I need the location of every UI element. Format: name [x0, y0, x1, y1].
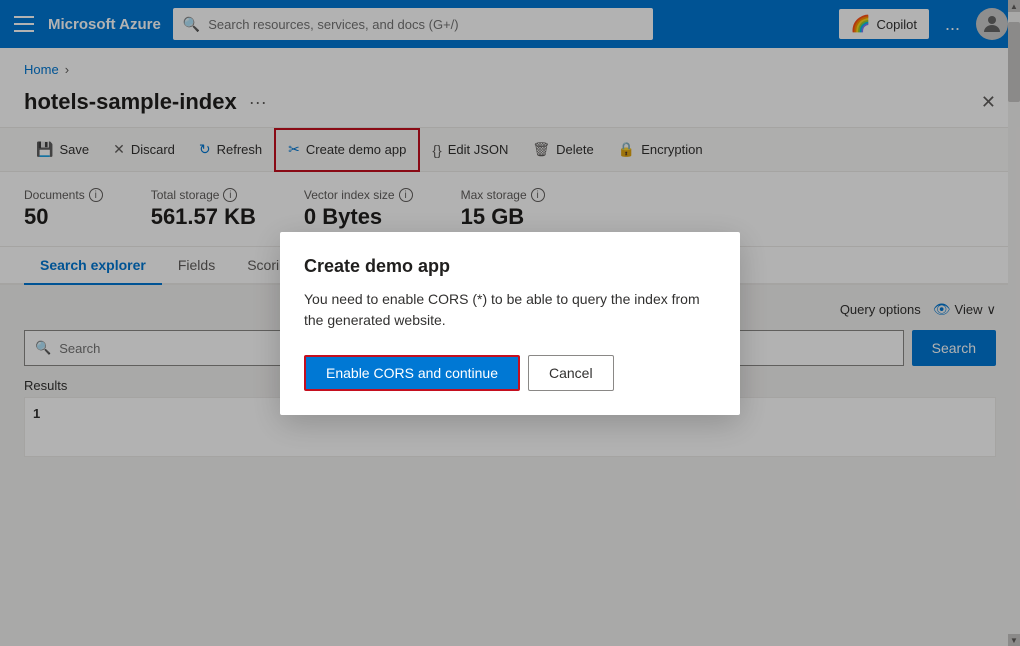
modal-title: Create demo app: [304, 256, 716, 277]
cancel-button[interactable]: Cancel: [528, 355, 614, 391]
enable-cors-button[interactable]: Enable CORS and continue: [304, 355, 520, 391]
modal-dialog: Create demo app You need to enable CORS …: [280, 232, 740, 415]
modal-overlay: Create demo app You need to enable CORS …: [0, 0, 1020, 646]
modal-actions: Enable CORS and continue Cancel: [304, 355, 716, 391]
modal-body: You need to enable CORS (*) to be able t…: [304, 289, 716, 331]
